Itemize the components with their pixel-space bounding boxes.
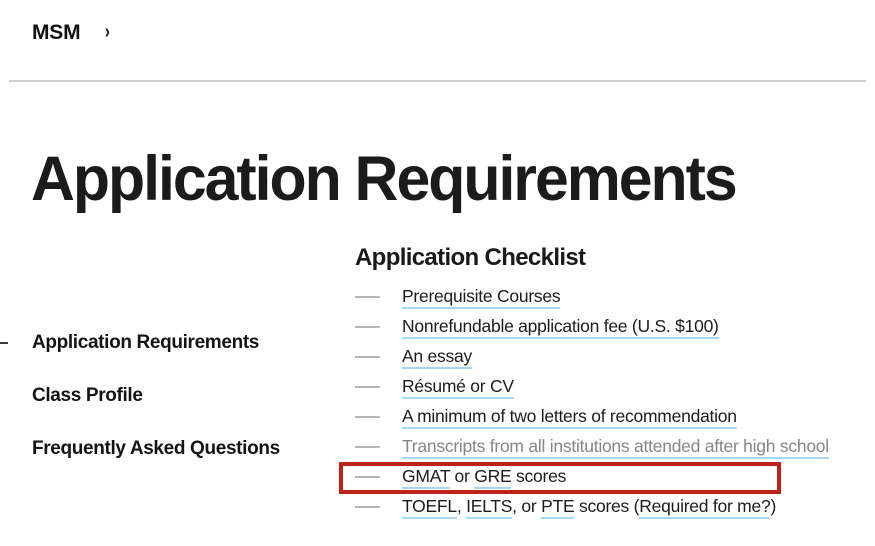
bullet-dash-icon [355,386,380,388]
checklist-link[interactable]: Nonrefundable application fee (U.S. $100… [402,316,719,340]
bullet-dash-icon [355,476,380,478]
active-marker-icon [0,341,8,344]
sidebar-item-label: Class Profile [32,384,143,406]
checklist-row-text: TOEFL, IELTS, or PTE scores (Required fo… [402,496,777,520]
checklist-plain-text: , or [512,496,542,517]
sidebar-item-0[interactable]: Application Requirements [0,316,340,369]
checklist-plain-text: scores [511,466,567,487]
sidebar-item-2[interactable]: Frequently Asked Questions [0,422,340,475]
checklist-link[interactable]: Transcripts from all institutions attend… [402,436,829,460]
checklist-link[interactable]: Required for me? [639,496,771,520]
breadcrumb: MSM › [32,14,111,50]
header-divider [9,80,866,82]
checklist-link[interactable]: A minimum of two letters of recommendati… [402,406,737,430]
checklist-row-text: Nonrefundable application fee (U.S. $100… [402,316,719,340]
sidebar-item-1[interactable]: Class Profile [0,369,340,422]
checklist-row-text: GMAT or GRE scores [402,466,567,490]
checklist-row: A minimum of two letters of recommendati… [355,402,870,432]
checklist-row: Nonrefundable application fee (U.S. $100… [355,312,870,342]
checklist-row: TOEFL, IELTS, or PTE scores (Required fo… [355,492,870,522]
checklist-link[interactable]: IELTS [466,496,512,520]
page-title: Application Requirements [31,144,738,215]
checklist-plain-text: scores ( [574,496,640,517]
bullet-dash-icon [355,416,380,418]
checklist-plain-text: , [456,496,467,517]
checklist-link[interactable]: GRE [474,466,512,490]
section-nav: Application Requirements Class Profile Fre… [0,316,340,475]
bullet-dash-icon [355,446,380,448]
checklist-plain-text: or [449,466,475,487]
checklist-row-text: An essay [402,346,472,370]
checklist-row-text: Résumé or CV [402,376,514,400]
bullet-dash-icon [355,296,380,298]
checklist-row: Prerequisite Courses [355,282,870,312]
bullet-dash-icon [355,356,380,358]
bullet-dash-icon [355,506,380,508]
checklist-plain-text: ) [770,496,777,517]
checklist-link[interactable]: PTE [541,496,575,520]
sidebar-item-label: Frequently Asked Questions [32,437,280,459]
checklist-link[interactable]: Prerequisite Courses [402,286,561,310]
checklist-link[interactable]: GMAT [402,466,450,490]
checklist-row: Transcripts from all institutions attend… [355,432,870,462]
checklist-row: An essay [355,342,870,372]
breadcrumb-item-msm[interactable]: MSM [32,22,81,43]
checklist-row: GMAT or GRE scores [355,462,870,492]
checklist-row-text: Prerequisite Courses [402,286,561,310]
checklist-heading: Application Checklist [355,243,586,271]
checklist-link[interactable]: An essay [402,346,472,370]
checklist-row: Résumé or CV [355,372,870,402]
checklist-link[interactable]: TOEFL [402,496,457,520]
bullet-dash-icon [355,326,380,328]
checklist-row-text: A minimum of two letters of recommendati… [402,406,737,430]
sidebar-item-label: Application Requirements [32,331,260,353]
chevron-right-icon[interactable]: › [105,22,110,42]
checklist-row-text: Transcripts from all institutions attend… [402,436,829,460]
application-checklist: Prerequisite Courses Nonrefundable applic… [355,282,870,522]
checklist-link[interactable]: Résumé or CV [402,376,514,400]
